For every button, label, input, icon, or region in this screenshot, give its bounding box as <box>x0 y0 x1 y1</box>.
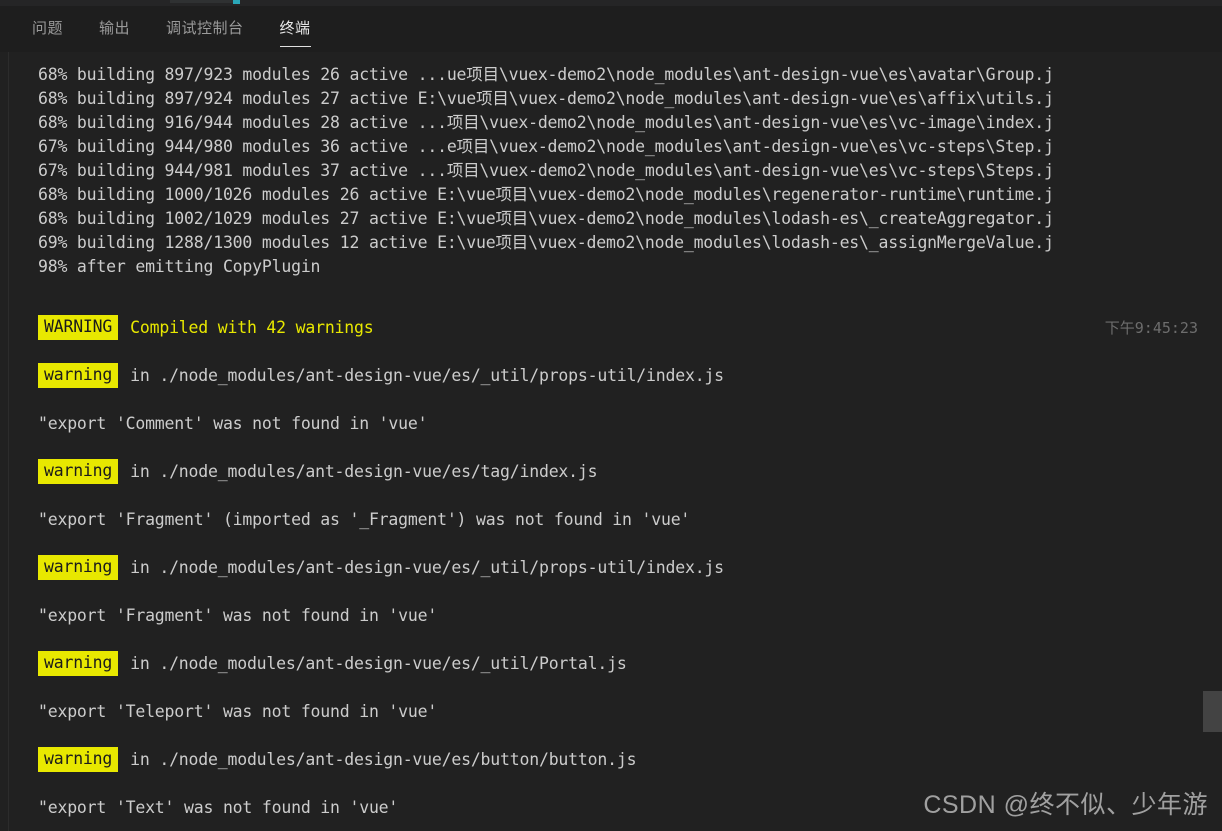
warning-location-text: in ./node_modules/ant-design-vue/es/_uti… <box>130 557 724 577</box>
tab-terminal[interactable]: 终端 <box>279 17 311 47</box>
compile-summary-text: Compiled with 42 warnings <box>130 317 374 337</box>
panel-tabbar: 问题 输出 调试控制台 终端 <box>0 6 1222 52</box>
build-progress-line: 68% building 897/924 modules 27 active E… <box>38 89 1054 108</box>
warning-message-row: "export 'Teleport' was not found in 'vue… <box>38 701 438 721</box>
warning-location-text: in ./node_modules/ant-design-vue/es/butt… <box>130 749 637 769</box>
warning-message-row: "export 'Fragment' was not found in 'vue… <box>38 605 438 625</box>
build-progress-line: 68% building 897/923 modules 26 active .… <box>38 65 1054 84</box>
build-progress-line: 68% building 916/944 modules 28 active .… <box>38 113 1054 132</box>
warning-location-text: in ./node_modules/ant-design-vue/es/_uti… <box>130 653 627 673</box>
warning-badge: warning <box>38 746 119 772</box>
warning-location-row: warning in ./node_modules/ant-design-vue… <box>38 735 1222 783</box>
compile-timestamp: 下午9:45:23 <box>1104 318 1198 337</box>
editor-tab-remnant <box>170 0 238 3</box>
warning-badge: WARNING <box>38 314 119 340</box>
terminal-scrollbar-thumb[interactable] <box>1203 691 1222 732</box>
warning-location-text: in ./node_modules/ant-design-vue/es/tag/… <box>130 461 598 481</box>
warning-badge: warning <box>38 554 119 580</box>
terminal-panel: 问题 输出 调试控制台 终端 68% building 897/923 modu… <box>0 0 1222 831</box>
build-progress-line: 68% building 1002/1029 modules 27 active… <box>38 209 1054 228</box>
warning-message-row: "export 'Fragment' (imported as '_Fragme… <box>38 509 691 529</box>
tab-problems[interactable]: 问题 <box>32 17 63 41</box>
build-progress-line: 67% building 944/981 modules 37 active .… <box>38 161 1054 180</box>
warning-location-row: warning in ./node_modules/ant-design-vue… <box>38 639 1222 687</box>
terminal-lines: 68% building 897/923 modules 26 active .… <box>38 63 1222 831</box>
build-progress-line: 67% building 944/980 modules 36 active .… <box>38 137 1054 156</box>
build-progress-line: 68% building 1000/1026 modules 26 active… <box>38 185 1054 204</box>
compile-summary-row: WARNING Compiled with 42 warnings 下午9:45… <box>38 303 1222 351</box>
warning-location-row: warning in ./node_modules/ant-design-vue… <box>38 543 1222 591</box>
warning-location-row: warning in ./node_modules/ant-design-vue… <box>38 447 1222 495</box>
tab-output[interactable]: 输出 <box>99 17 130 41</box>
csdn-watermark: CSDN @终不似、少年游 <box>923 791 1208 819</box>
build-emit-line: 98% after emitting CopyPlugin <box>38 257 321 276</box>
build-progress-line: 69% building 1288/1300 modules 12 active… <box>38 233 1054 252</box>
terminal-left-rule <box>8 52 9 831</box>
editor-tab-accent-dot <box>233 0 240 4</box>
terminal-scrollbar[interactable] <box>1203 52 1222 831</box>
terminal-output-area[interactable]: 68% building 897/923 modules 26 active .… <box>0 52 1222 831</box>
warning-message-row: "export 'Comment' was not found in 'vue' <box>38 413 428 433</box>
warning-location-text: in ./node_modules/ant-design-vue/es/_uti… <box>130 365 724 385</box>
warning-badge: warning <box>38 362 119 388</box>
warning-location-row: warning in ./node_modules/ant-design-vue… <box>38 351 1222 399</box>
warning-badge: warning <box>38 458 119 484</box>
warning-badge: warning <box>38 650 119 676</box>
tab-debug-console[interactable]: 调试控制台 <box>166 17 244 41</box>
